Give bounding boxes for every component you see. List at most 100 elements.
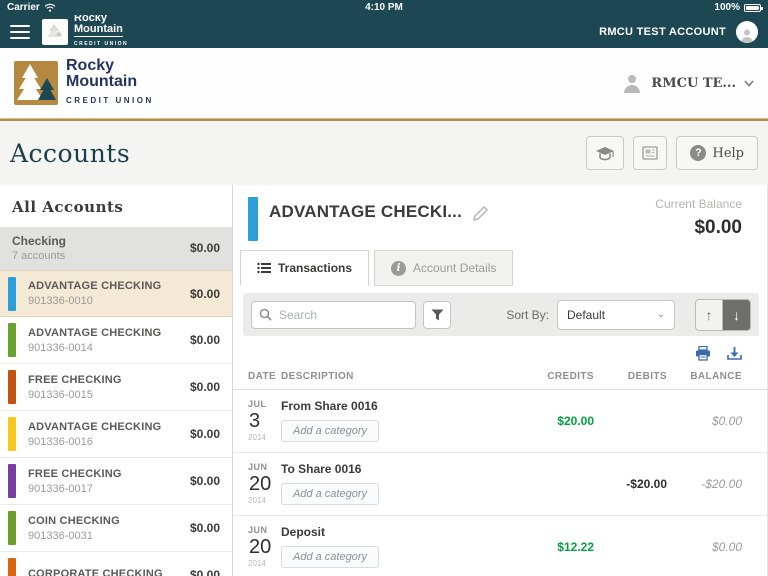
brand-logo-small[interactable]: [42, 18, 68, 45]
funnel-icon: [431, 309, 443, 320]
education-button[interactable]: [586, 136, 625, 170]
add-category-button[interactable]: Add a category: [281, 420, 379, 442]
info-icon: i: [391, 260, 407, 276]
search-icon: [259, 308, 272, 321]
sort-select[interactable]: Default ⌄: [557, 299, 675, 330]
brand-logo[interactable]: Rocky Mountain CREDIT UNION: [14, 57, 154, 109]
col-header-description: DESCRIPTION: [281, 371, 354, 382]
help-button[interactable]: ? Help: [676, 136, 758, 170]
account-header: ADVANTAGE CHECKI... Current Balance $0.0…: [233, 185, 767, 241]
account-color-bar: [8, 323, 16, 357]
transaction-balance: $0.00: [711, 539, 742, 554]
newspaper-icon: [642, 146, 659, 160]
account-color-bar: [8, 464, 16, 498]
account-number: 901336-0017: [28, 482, 93, 495]
tab-transactions-label: Transactions: [278, 261, 353, 275]
download-icon[interactable]: [727, 346, 742, 361]
sidebar-account-item[interactable]: FREE CHECKING 901336-0015 $0.00: [0, 364, 232, 411]
account-number: 901336-0010: [28, 295, 93, 307]
transaction-credit: $12.22: [557, 539, 594, 554]
sidebar-account-item[interactable]: ADVANTAGE CHECKING 901336-0016 $0.00: [0, 411, 232, 458]
avatar[interactable]: [736, 20, 758, 43]
brand-wordmark-nav[interactable]: Rocky Mountain CREDIT UNION: [74, 13, 128, 50]
col-header-debits: DEBITS: [627, 371, 667, 382]
account-name: COIN CHECKING: [28, 514, 120, 527]
account-name: CORPORATE CHECKING: [28, 567, 163, 576]
account-title: ADVANTAGE CHECKI...: [269, 202, 463, 221]
tab-bar: Transactions i Account Details: [240, 250, 767, 286]
question-mark-icon: ?: [690, 145, 707, 161]
account-name: ADVANTAGE CHECKING: [28, 326, 162, 339]
news-button[interactable]: [633, 136, 668, 170]
print-icon[interactable]: [695, 346, 711, 361]
select-chevron-icon: ⌄: [656, 309, 665, 320]
transactions-list: JUL 3 2014 From Share 0016 Add a categor…: [233, 390, 767, 576]
transaction-date: JUL 3 2014: [248, 398, 267, 442]
transaction-description: From Share 0016: [281, 399, 378, 413]
account-number: 901336-0016: [28, 435, 93, 448]
transaction-debit: -$20.00: [626, 476, 667, 491]
sidebar-account-item[interactable]: COIN CHECKING 901336-0031 $0.00: [0, 505, 232, 552]
transaction-row[interactable]: JUL 3 2014 From Share 0016 Add a categor…: [233, 390, 767, 453]
page-title: Accounts: [10, 138, 131, 168]
sort-select-value: Default: [567, 307, 606, 322]
person-icon: [624, 75, 641, 93]
sort-by-label: Sort By:: [506, 307, 549, 322]
transaction-description: Deposit: [281, 525, 326, 539]
transaction-balance: -$20.00: [701, 476, 742, 491]
help-button-label: Help: [712, 145, 744, 161]
account-amount: $0.00: [189, 568, 220, 576]
pine-tree-logo-icon: [14, 61, 58, 105]
battery-icon: [744, 3, 763, 12]
account-color-bar: [8, 511, 16, 545]
banking-app: Carrier 4:10 PM 100% Rocky Mountain CRED…: [0, 0, 768, 576]
graduation-cap-icon: [596, 146, 615, 160]
top-nav: Rocky Mountain CREDIT UNION RMCU TEST AC…: [0, 13, 768, 50]
account-number: 901336-0014: [28, 341, 93, 354]
export-actions: [233, 336, 767, 365]
current-balance-label: Current Balance: [655, 197, 742, 211]
account-amount: $0.00: [189, 286, 220, 301]
account-list: ADVANTAGE CHECKING 901336-0010 $0.00 ADV…: [0, 270, 232, 576]
search-input[interactable]: [251, 300, 416, 329]
chevron-down-icon: [744, 79, 754, 87]
sidebar-account-item[interactable]: FREE CHECKING 901336-0017 $0.00: [0, 458, 232, 505]
sort-descending-button[interactable]: ↓: [723, 299, 750, 330]
account-detail-panel: ADVANTAGE CHECKI... Current Balance $0.0…: [233, 185, 768, 576]
account-name: FREE CHECKING: [28, 373, 122, 386]
user-menu[interactable]: RMCU TE...: [621, 72, 754, 94]
account-color-bar: [8, 276, 16, 311]
user-menu-label: RMCU TE...: [651, 75, 736, 91]
transaction-row[interactable]: JUN 20 2014 Deposit Add a category $12.2…: [233, 516, 767, 576]
sidebar-account-item[interactable]: CORPORATE CHECKING $0.00: [0, 552, 232, 576]
transaction-row[interactable]: JUN 20 2014 To Share 0016 Add a category…: [233, 453, 767, 516]
add-category-button[interactable]: Add a category: [281, 546, 379, 568]
account-amount: $0.00: [189, 521, 220, 535]
tab-account-details[interactable]: i Account Details: [374, 250, 514, 286]
sidebar-account-item[interactable]: ADVANTAGE CHECKING 901336-0014 $0.00: [0, 317, 232, 364]
transaction-balance: $0.00: [711, 413, 742, 428]
col-header-date: DATE: [248, 371, 277, 382]
transaction-description: To Share 0016: [281, 462, 362, 476]
tab-transactions[interactable]: Transactions: [240, 250, 370, 286]
account-color-bar: [248, 197, 258, 241]
filter-button[interactable]: [423, 300, 451, 329]
account-name: ADVANTAGE CHECKING: [28, 420, 162, 433]
group-count: 7 accounts: [12, 250, 66, 262]
group-amount: $0.00: [189, 241, 220, 255]
page-title-bar: Accounts ? Help: [0, 121, 768, 185]
account-color-bar: [8, 370, 16, 404]
hamburger-menu-icon[interactable]: [10, 24, 30, 39]
account-name: FREE CHECKING: [28, 467, 122, 480]
transaction-date: JUN 20 2014: [248, 524, 272, 568]
account-group-header[interactable]: Checking 7 accounts $0.00: [0, 227, 232, 270]
edit-pencil-icon[interactable]: [472, 205, 489, 222]
sidebar-account-item[interactable]: ADVANTAGE CHECKING 901336-0010 $0.00: [0, 270, 232, 317]
account-name-label[interactable]: RMCU TEST ACCOUNT: [599, 26, 726, 38]
account-number: 901336-0015: [28, 388, 93, 401]
current-balance-value: $0.00: [694, 217, 742, 238]
sort-ascending-button[interactable]: ↑: [696, 299, 723, 330]
tab-account-details-label: Account Details: [413, 261, 497, 275]
add-category-button[interactable]: Add a category: [281, 483, 379, 505]
list-icon: [257, 262, 271, 274]
